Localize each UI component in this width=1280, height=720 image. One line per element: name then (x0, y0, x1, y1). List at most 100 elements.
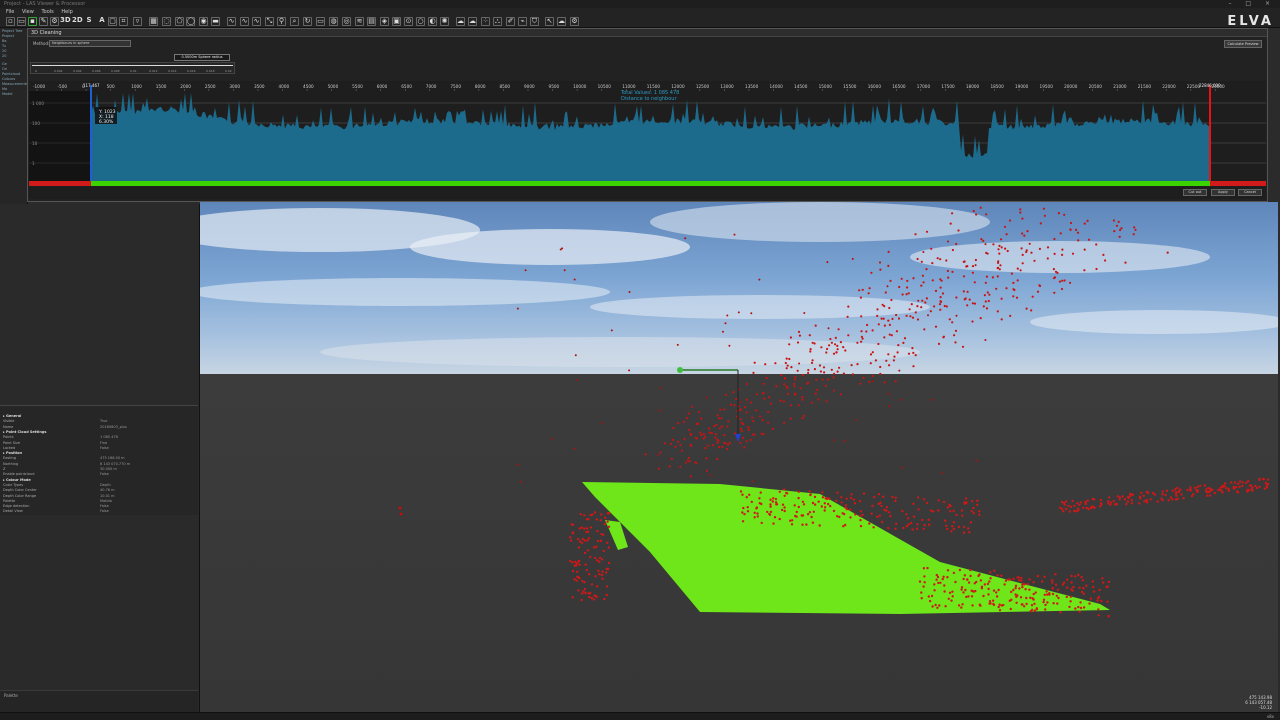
property-value[interactable]: False (100, 509, 109, 513)
property-value[interactable]: False (100, 504, 109, 508)
tree-item[interactable]: Ba (2, 39, 27, 43)
gear-icon[interactable]: ⚙ (570, 17, 579, 26)
tag-icon[interactable]: ⌁ (518, 17, 527, 26)
property-value[interactable]: True (100, 419, 107, 423)
tree-item[interactable]: Measurements (2, 82, 28, 86)
align-icon[interactable]: ▣ (392, 17, 401, 26)
property-value[interactable]: Fine (100, 441, 107, 445)
paint-icon[interactable]: ✐ (506, 17, 515, 26)
node-icon[interactable]: ◈ (380, 17, 389, 26)
menu-help[interactable]: Help (61, 9, 72, 15)
radius-slider[interactable]: 0 0.002 0.004 0.006 0.008 0.01 0.012 0.014 0.016… (30, 62, 235, 74)
dots-icon[interactable]: ⁘ (481, 17, 490, 26)
tree-item[interactable]: 20 (2, 54, 27, 58)
tree-item[interactable]: Ori (2, 67, 27, 71)
new-file-icon[interactable]: ▫ (6, 17, 15, 26)
property-value[interactable]: 6 143 070.770 m (100, 462, 130, 466)
shield-icon[interactable]: ⛉ (530, 17, 539, 26)
removed-point (746, 382, 749, 386)
box-select-icon[interactable]: ▢ (108, 17, 117, 26)
cut-out-button[interactable]: Cut out (1183, 189, 1207, 196)
a-button[interactable]: A (97, 17, 107, 26)
property-value[interactable]: 475 166.00 m (100, 456, 125, 460)
cancel-button[interactable]: Cancel (1238, 189, 1262, 196)
property-value[interactable]: Matlab (100, 499, 112, 503)
removed-point (1007, 578, 1010, 581)
cleaning-icon[interactable]: ✎ (39, 17, 48, 26)
removed-point (911, 316, 915, 319)
crop-icon[interactable]: ⌗ (119, 17, 128, 26)
property-value[interactable]: 30.000 m (100, 467, 117, 471)
tree-item[interactable]: Ge (2, 62, 27, 66)
view-2d-button[interactable]: 2D (72, 17, 83, 26)
frame-icon[interactable]: ▭ (316, 17, 325, 26)
removed-point (934, 603, 937, 607)
removed-point (607, 525, 611, 528)
removed-point (1251, 486, 1254, 489)
settings-icon[interactable]: ⚙ (50, 17, 59, 26)
target-icon[interactable]: ⊙ (404, 17, 413, 26)
layers-icon[interactable]: ≋ (355, 17, 364, 26)
contrast-icon[interactable]: ◐ (428, 17, 437, 26)
cloud-2-icon[interactable]: ☁ (468, 17, 477, 26)
s-button[interactable]: S (84, 17, 94, 26)
rotate-icon[interactable]: ↻ (303, 17, 312, 26)
removed-point (1057, 212, 1060, 215)
property-value[interactable]: False (100, 472, 109, 476)
menu-tools[interactable]: Tools (41, 9, 53, 15)
tree-item[interactable]: Mo (2, 87, 27, 91)
point-cloud-view[interactable] (200, 202, 1278, 712)
cursor-icon[interactable]: ↖ (545, 17, 554, 26)
menu-file[interactable]: File (6, 9, 14, 15)
tree-item[interactable]: Project (2, 34, 27, 38)
removed-point (573, 278, 576, 281)
menu-view[interactable]: View (22, 9, 34, 15)
removed-point (895, 330, 899, 333)
tree-item[interactable]: Model (2, 92, 27, 96)
3d-viewport[interactable]: 475 143.98 6 143 057.48 -10.12 (200, 202, 1278, 712)
removed-point (798, 362, 801, 365)
ring-icon[interactable]: ○ (416, 17, 425, 26)
profile-2-icon[interactable]: ∿ (240, 17, 249, 26)
property-value[interactable]: 1 085 478 (100, 435, 118, 439)
method-select[interactable]: Neighbours in sphere (49, 40, 131, 47)
brush-icon[interactable]: ◌ (162, 17, 171, 26)
search-icon[interactable]: ⌕ (290, 17, 299, 26)
polygon-icon[interactable]: ⬠ (175, 17, 184, 26)
property-value[interactable]: Depth (100, 483, 111, 487)
property-value[interactable]: 10.01 m (100, 494, 115, 498)
view-3d-button[interactable]: 3D (60, 17, 71, 26)
grid-icon[interactable]: ▦ (149, 17, 158, 26)
camera-icon[interactable]: ◉ (199, 17, 208, 26)
sphere-radius-input[interactable]: 0.5000m Sphere radius (174, 54, 230, 61)
open-folder-icon[interactable]: ▭ (17, 17, 26, 26)
distance-histogram[interactable]: -1000 -500 0 500 1000 1500 2000 2500 3000 3500 400… (29, 81, 1266, 199)
pin-icon[interactable]: ⚲ (277, 17, 286, 26)
property-value[interactable]: 40.76 m (100, 488, 115, 492)
removed-point (658, 409, 661, 412)
table-icon[interactable]: ▤ (367, 17, 376, 26)
calculate-preview-button[interactable]: Calculate Preview (1224, 40, 1262, 48)
sphere-icon[interactable]: ◍ (329, 17, 338, 26)
property-value[interactable]: 20180603_plus (100, 425, 127, 429)
window-controls[interactable]: – □ × (1228, 0, 1276, 7)
cloud-cut-icon[interactable]: ☁ (557, 17, 566, 26)
tree-item[interactable]: 20 (2, 49, 27, 53)
nodes-icon[interactable]: ⛬ (493, 17, 502, 26)
apply-button[interactable]: Apply (1211, 189, 1235, 196)
property-value[interactable]: False (100, 446, 109, 450)
removed-point (705, 396, 708, 399)
measure-icon[interactable]: ▬ (211, 17, 220, 26)
tree-item[interactable]: Colours (2, 77, 27, 81)
globe-icon[interactable]: ◎ (342, 17, 351, 26)
cloud-icon[interactable]: ☁ (456, 17, 465, 26)
profile-3-icon[interactable]: ∿ (252, 17, 261, 26)
save-icon[interactable]: ▪ (28, 17, 37, 26)
lasso-icon[interactable]: ◯ (186, 17, 195, 26)
tree-item[interactable]: Tu (2, 44, 27, 48)
filter-icon[interactable]: ▿ (133, 17, 142, 26)
tree-item[interactable]: Pointcloud (2, 72, 27, 76)
sun-icon[interactable]: ✺ (440, 17, 449, 26)
profile-icon[interactable]: ∿ (227, 17, 236, 26)
transform-icon[interactable]: ⤡ (265, 17, 274, 26)
